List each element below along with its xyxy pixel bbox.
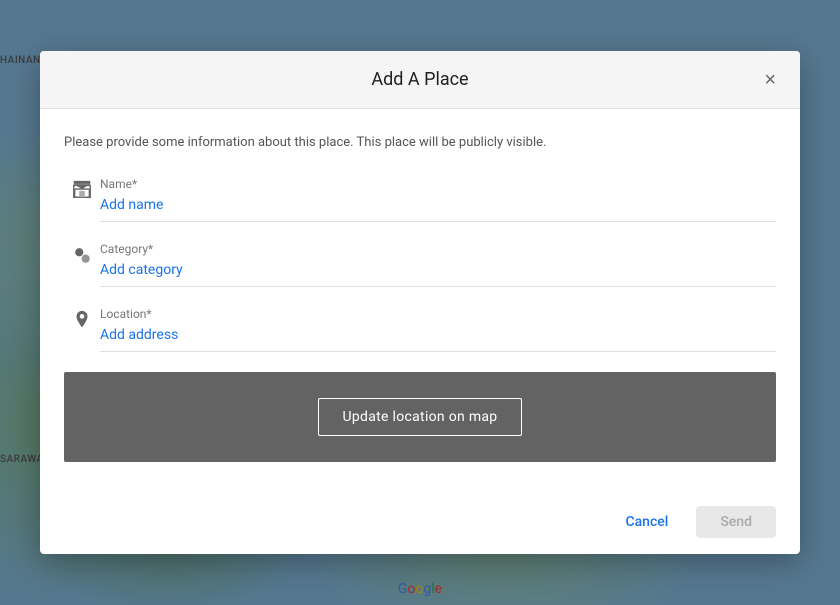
- description-text: Please provide some information about th…: [64, 133, 776, 153]
- cancel-button[interactable]: Cancel: [609, 506, 684, 538]
- modal-overlay: Add A Place × Please provide some inform…: [0, 0, 840, 605]
- update-location-button[interactable]: Update location on map: [318, 398, 523, 436]
- category-field: Category* Add category: [64, 242, 776, 287]
- name-label: Name*: [100, 177, 776, 191]
- dialog-footer: Cancel Send: [40, 494, 800, 554]
- name-field: Name* Add name: [64, 177, 776, 222]
- location-input[interactable]: Add address: [100, 327, 776, 343]
- location-field-content: Location* Add address: [100, 307, 776, 352]
- map-area: Update location on map: [64, 372, 776, 462]
- location-field: Location* Add address: [64, 307, 776, 352]
- location-pin-icon: [64, 309, 100, 331]
- add-place-dialog: Add A Place × Please provide some inform…: [40, 51, 800, 554]
- category-field-content: Category* Add category: [100, 242, 776, 287]
- name-input[interactable]: Add name: [100, 197, 776, 213]
- dialog-title: Add A Place: [371, 69, 468, 90]
- store-icon: [64, 179, 100, 201]
- name-field-content: Name* Add name: [100, 177, 776, 222]
- category-input[interactable]: Add category: [100, 262, 776, 278]
- close-button[interactable]: ×: [760, 66, 780, 94]
- dialog-body: Please provide some information about th…: [40, 109, 800, 494]
- send-button[interactable]: Send: [696, 506, 776, 538]
- category-icon: [64, 244, 100, 266]
- location-label: Location*: [100, 307, 776, 321]
- category-label: Category*: [100, 242, 776, 256]
- dialog-header: Add A Place ×: [40, 51, 800, 109]
